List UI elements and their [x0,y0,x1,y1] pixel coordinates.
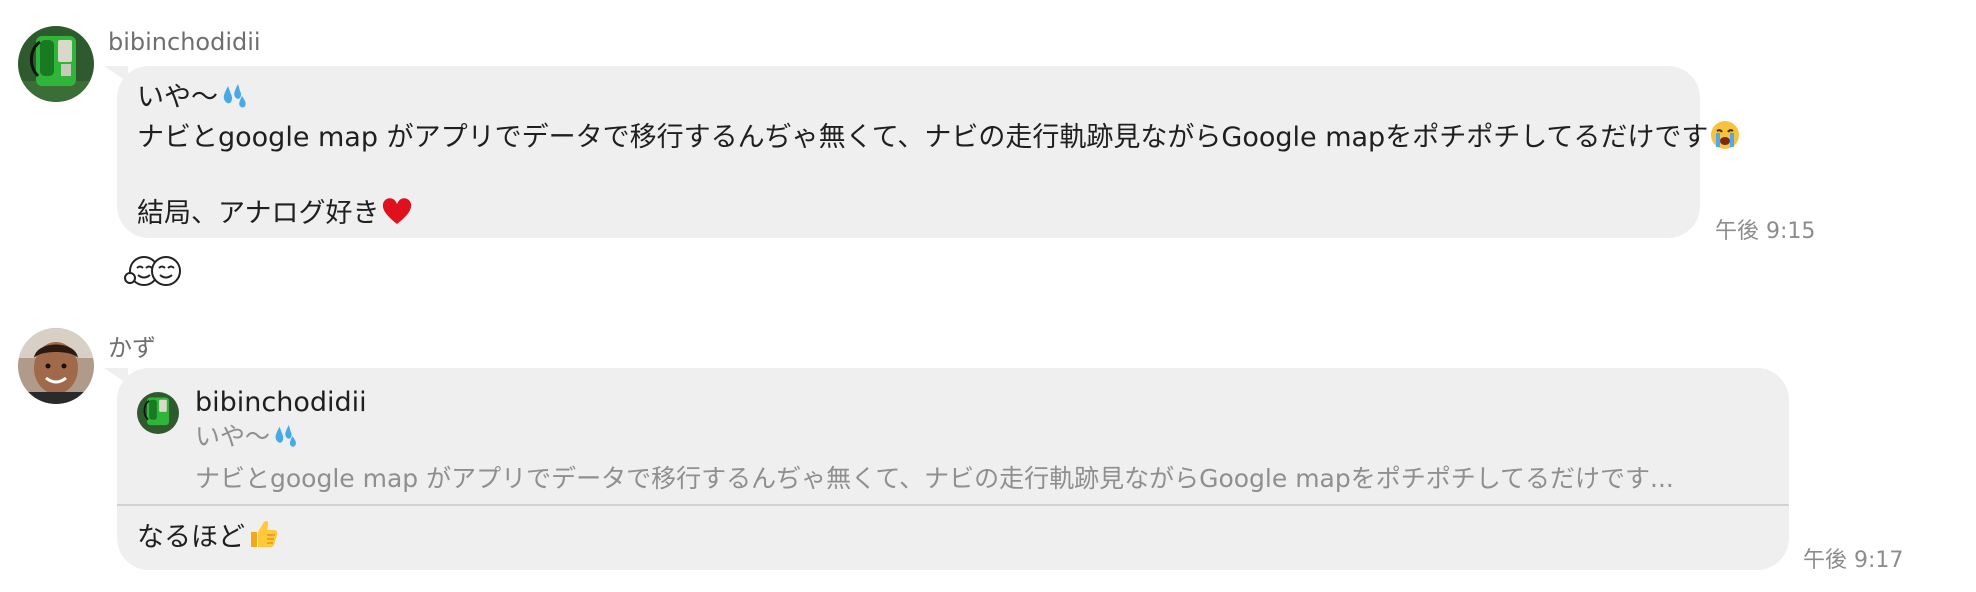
thumbs-up-icon [247,518,279,560]
message-time: 午後 9:17 [1803,548,1904,573]
crying-face-icon [1710,120,1740,160]
red-heart-icon [381,196,413,236]
message-time: 午後 9:15 [1715,219,1816,244]
sweat-droplets-icon [272,423,300,458]
avatar[interactable] [18,328,94,404]
message-line-4: 結局、アナログ好き [137,196,1680,236]
quoted-sender-name: bibinchodidii [195,387,367,418]
quoted-message[interactable]: bibinchodidii いや〜 ナビとgoogle map がアプリでデータ… [137,386,1769,498]
quoted-avatar [137,392,179,434]
reaction-hugging-faces-icon[interactable] [124,254,188,288]
payphone-avatar-icon [137,392,179,434]
quote-divider [117,504,1789,506]
sender-name: bibinchodidii [108,28,261,56]
quoted-line-2: ナビとgoogle map がアプリでデータで移行するんぢゃ無くて、ナビの走行軌… [195,464,1674,493]
message-line-2: ナビとgoogle map がアプリでデータで移行するんぢゃ無くて、ナビの走行軌… [137,120,1740,160]
message-line-1: いや〜 [137,80,1680,120]
avatar[interactable] [18,26,94,102]
quoted-line-1: いや〜 [195,420,1674,458]
payphone-avatar-icon [18,26,94,102]
message-bubble[interactable]: いや〜 ナビとgoogle map がアプリでデータで移行するんぢゃ無くて、ナビ… [117,66,1740,238]
person-avatar-icon [18,328,94,404]
message-bubble[interactable]: bibinchodidii いや〜 ナビとgoogle map がアプリでデータ… [117,368,1789,570]
reply-text: なるほど [137,518,279,560]
message-line-3 [137,160,1680,196]
sender-name: かず [108,334,156,362]
sweat-droplets-icon [220,82,250,120]
